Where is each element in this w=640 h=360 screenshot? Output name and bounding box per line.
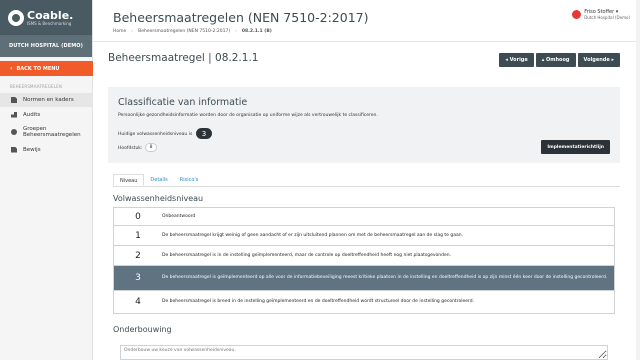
maturity-level-row[interactable]: 3 De beheersmaatregel is geïmplementeerd… xyxy=(114,266,614,291)
classification-title: Classificatie van informatie xyxy=(118,97,248,108)
sidebar-item-bewijs[interactable]: Bewijs xyxy=(0,143,93,156)
sidebar-item-groepen[interactable]: Groepen Beheersmaatregelen xyxy=(0,122,93,141)
page-scrollbar[interactable] xyxy=(636,0,640,360)
sidebar-item-normen[interactable]: Normen en kaders xyxy=(0,93,93,107)
navigation-buttons: ◂ Vorige ▴ Omhoog Volgende ▸ xyxy=(499,53,620,67)
level-number: 0 xyxy=(135,211,141,222)
tab-niveau[interactable]: Niveau xyxy=(113,174,145,186)
back-to-menu-label: BACK TO MENU xyxy=(16,65,60,72)
sidebar-item-label: Groepen Beheersmaatregelen xyxy=(23,125,81,138)
logo-name: Coable. xyxy=(27,8,74,22)
classification-panel: Classificatie van informatie Persoonlijk… xyxy=(108,87,620,163)
measure-title: Beheersmaatregel | 08.2.1.1 xyxy=(108,52,259,64)
onderbouwing-textarea[interactable] xyxy=(120,345,608,360)
level-number: 1 xyxy=(135,230,141,241)
up-button[interactable]: ▴ Omhoog xyxy=(535,53,576,67)
chevron-right-icon: › xyxy=(131,29,134,34)
group-icon xyxy=(11,128,17,135)
classification-description: Persoonlijke gezondheidsinformatie worde… xyxy=(118,113,378,118)
tab-details[interactable]: Details xyxy=(144,174,173,186)
header-divider xyxy=(93,41,640,42)
onderbouwing-title: Onderbouwing xyxy=(113,325,172,334)
chevron-right-icon: › xyxy=(235,29,237,34)
sidebar-item-audits[interactable]: Audits xyxy=(0,108,93,121)
tabs-divider xyxy=(113,186,620,187)
user-menu[interactable]: Friso Stoffer ▾ Dutch Hospital (Demo) xyxy=(572,9,630,20)
chapter-badge: 8 xyxy=(145,143,157,152)
level-description: De beheersmaatregel krijgt weinig of gee… xyxy=(162,232,463,238)
maturity-level-row[interactable]: 4 De beheersmaatregel is breed in de ins… xyxy=(114,291,614,313)
logo-icon xyxy=(8,9,24,26)
level-number: 3 xyxy=(135,273,141,283)
logo-subtitle: ISMS & Benchmarking xyxy=(27,20,72,26)
avatar xyxy=(572,10,582,19)
file-icon xyxy=(11,146,17,153)
breadcrumb-home[interactable]: Home xyxy=(113,29,126,34)
breadcrumb-current: 08.2.1.1 (B) xyxy=(241,29,272,34)
chapter-label: Hoofdstuk: xyxy=(118,146,143,151)
previous-button[interactable]: ◂ Vorige xyxy=(499,53,534,67)
breadcrumb: Home › Beheersmaatregelen (NEN 7510-2:20… xyxy=(113,29,272,34)
maturity-level-row[interactable]: 0 Onbeantwoord xyxy=(114,208,614,226)
maturity-level-row[interactable]: 1 De beheersmaatregel krijgt weinig of g… xyxy=(114,226,614,246)
level-number: 2 xyxy=(135,250,141,261)
user-organization: Dutch Hospital (Demo) xyxy=(584,15,630,20)
page-title: Beheersmaatregelen (NEN 7510-2:2017) xyxy=(113,10,369,25)
level-description: De beheersmaatregel is breed in de inste… xyxy=(162,299,475,304)
level-description: De beheersmaatregel is in de instelling … xyxy=(162,252,452,258)
maturity-levels-table: 0 Onbeantwoord 1 De beheersmaatregel kri… xyxy=(113,207,615,314)
level-description: Onbeantwoord xyxy=(162,213,196,219)
level-number: 4 xyxy=(135,297,141,307)
logo[interactable]: Coable. ISMS & Benchmarking xyxy=(0,0,92,35)
sidebar: Coable. ISMS & Benchmarking DUTCH HOSPIT… xyxy=(0,0,93,360)
breadcrumb-standard[interactable]: Beheersmaatregelen (NEN 7510-2:2017) xyxy=(138,29,230,34)
maturity-level-label: Huidige volwassenheidsniveau is xyxy=(118,132,193,137)
tabs: Niveau Details Risico's xyxy=(113,174,204,186)
maturity-level-badge: 3 xyxy=(196,128,212,139)
maturity-level-row[interactable]: 2 De beheersmaatregel is in de instellin… xyxy=(114,246,614,266)
back-to-menu-button[interactable]: ‹ BACK TO MENU xyxy=(0,61,93,76)
organization-name: DUTCH HOSPITAL (DEMO) xyxy=(0,35,92,57)
maturity-section-title: Volwassenheidsniveau xyxy=(113,194,204,203)
next-button[interactable]: Volgende ▸ xyxy=(577,53,620,67)
implementation-guideline-button[interactable]: Implementatierichtlijn xyxy=(541,140,610,154)
tab-risicos[interactable]: Risico's xyxy=(174,174,205,186)
audit-icon xyxy=(11,111,17,118)
level-description: De beheersmaatregel is geïmplementeerd o… xyxy=(162,275,608,280)
document-icon xyxy=(11,97,17,103)
sidebar-section-label: BEHEERSMAATREGELEN xyxy=(10,84,63,89)
sidebar-item-label: Audits xyxy=(23,111,41,118)
chevron-left-icon: ‹ xyxy=(10,65,13,72)
sidebar-item-label: Bewijs xyxy=(23,146,41,153)
sidebar-item-label: Normen en kaders xyxy=(23,97,74,103)
